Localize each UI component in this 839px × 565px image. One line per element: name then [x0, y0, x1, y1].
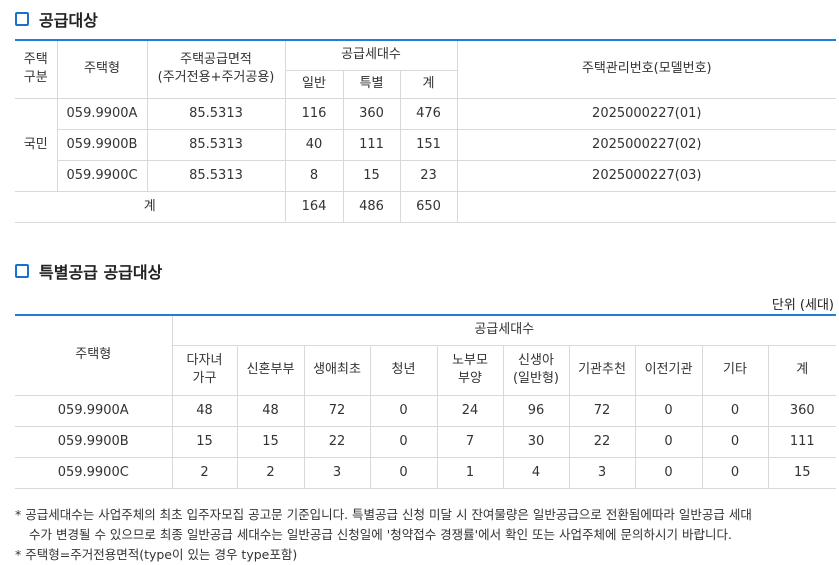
type-cell: 059.9900B [57, 128, 148, 161]
value-cell: 7 [436, 425, 504, 458]
section-title-text: 특별공급 공급대상 [39, 263, 163, 282]
value-cell: 4 [502, 456, 570, 489]
value-cell: 0 [369, 394, 438, 427]
type-cell: 059.9900A [15, 394, 173, 427]
value-cell: 3 [303, 456, 371, 489]
header-special: 특별 [343, 69, 401, 99]
total-cell: 360 [767, 394, 836, 427]
section-title-special: 특별공급 공급대상 [15, 259, 162, 283]
value-cell: 72 [303, 394, 371, 427]
sum-general: 164 [285, 190, 344, 223]
value-cell: 2 [236, 456, 305, 489]
type-cell: 059.9900C [15, 456, 173, 489]
model-cell: 2025000227(03) [457, 159, 836, 192]
sum-row: 계 164 486 650 [15, 190, 836, 223]
footnote-1: * 공급세대수는 사업주체의 최초 입주자모집 공고문 기준입니다. 특별공급 … [15, 507, 752, 522]
header-elderly-parent: 노부모 부양 [436, 344, 504, 396]
total-cell: 476 [400, 97, 458, 130]
category-cell: 국민 [15, 97, 58, 192]
sum-empty [457, 190, 836, 223]
header-total: 계 [767, 344, 836, 396]
value-cell: 24 [436, 394, 504, 427]
total-cell: 23 [400, 159, 458, 192]
value-cell: 72 [568, 394, 636, 427]
footnote-2: * 주택형=주거전용면적(type이 있는 경우 type포함) [15, 547, 298, 562]
general-cell: 40 [285, 128, 344, 161]
value-cell: 22 [303, 425, 371, 458]
value-cell: 30 [502, 425, 570, 458]
value-cell: 15 [171, 425, 238, 458]
header-newlywed: 신혼부부 [236, 344, 305, 396]
value-cell: 15 [236, 425, 305, 458]
special-supply-table: 주택형 공급세대수 다자녀 가구 신혼부부 생애최초 청년 노부모 부양 신생아… [15, 314, 836, 489]
general-cell: 8 [285, 159, 344, 192]
general-cell: 116 [285, 97, 344, 130]
header-relocated-agency: 이전기관 [634, 344, 703, 396]
footnotes: * 공급세대수는 사업주체의 최초 입주자모집 공고문 기준입니다. 특별공급 … [15, 505, 835, 565]
header-type-category: 주택 구분 [15, 39, 58, 99]
value-cell: 1 [436, 456, 504, 489]
header-youth: 청년 [369, 344, 438, 396]
model-cell: 2025000227(02) [457, 128, 836, 161]
header-other: 기타 [701, 344, 769, 396]
type-cell: 059.9900C [57, 159, 148, 192]
header-newborn: 신생아 (일반형) [502, 344, 570, 396]
sum-total: 650 [400, 190, 458, 223]
header-supply-units: 공급세대수 [285, 39, 458, 71]
special-cell: 360 [343, 97, 401, 130]
type-cell: 059.9900B [15, 425, 173, 458]
value-cell: 96 [502, 394, 570, 427]
value-cell: 0 [369, 456, 438, 489]
total-cell: 15 [767, 456, 836, 489]
square-bullet-icon [15, 264, 29, 278]
value-cell: 2 [171, 456, 238, 489]
header-house-type: 주택형 [15, 314, 173, 396]
square-bullet-icon [15, 12, 29, 26]
value-cell: 22 [568, 425, 636, 458]
area-cell: 85.5313 [147, 97, 286, 130]
supply-table: 주택 구분 주택형 주택공급면적 (주거전용+주거공용) 공급세대수 주택관리번… [15, 39, 836, 223]
header-total: 계 [400, 69, 458, 99]
special-cell: 15 [343, 159, 401, 192]
table-row: 059.9900A 48 48 72 0 24 96 72 0 0 360 [15, 394, 836, 427]
total-cell: 111 [767, 425, 836, 458]
value-cell: 0 [701, 425, 769, 458]
value-cell: 3 [568, 456, 636, 489]
model-cell: 2025000227(01) [457, 97, 836, 130]
value-cell: 0 [634, 425, 703, 458]
table-row: 059.9900C 2 2 3 0 1 4 3 0 0 15 [15, 456, 836, 489]
value-cell: 0 [701, 394, 769, 427]
footnote-1-continued: 수가 변경될 수 있으므로 최종 일반공급 세대수는 일반공급 신청일에 '청약… [29, 527, 732, 542]
table-row: 059.9900B 85.5313 40 111 151 2025000227(… [15, 128, 836, 161]
total-cell: 151 [400, 128, 458, 161]
header-house-type: 주택형 [57, 39, 148, 99]
value-cell: 0 [369, 425, 438, 458]
type-cell: 059.9900A [57, 97, 148, 130]
table-row: 059.9900C 85.5313 8 15 23 2025000227(03) [15, 159, 836, 192]
header-area: 주택공급면적 (주거전용+주거공용) [147, 39, 286, 99]
unit-label: 단위 (세대) [771, 298, 834, 313]
area-cell: 85.5313 [147, 159, 286, 192]
value-cell: 0 [634, 456, 703, 489]
sum-special: 486 [343, 190, 401, 223]
value-cell: 48 [171, 394, 238, 427]
section-title-supply: 공급대상 [15, 7, 98, 31]
header-institution: 기관추천 [568, 344, 636, 396]
header-model-no: 주택관리번호(모델번호) [457, 39, 836, 99]
header-general: 일반 [285, 69, 344, 99]
special-cell: 111 [343, 128, 401, 161]
sum-label: 계 [15, 190, 286, 223]
header-supply-units: 공급세대수 [171, 314, 836, 346]
area-cell: 85.5313 [147, 128, 286, 161]
section-title-text: 공급대상 [39, 11, 98, 30]
header-first-time: 생애최초 [303, 344, 371, 396]
header-multi-child: 다자녀 가구 [171, 344, 238, 396]
table-row: 국민 059.9900A 85.5313 116 360 476 2025000… [15, 97, 836, 192]
value-cell: 48 [236, 394, 305, 427]
table-row: 059.9900B 15 15 22 0 7 30 22 0 0 111 [15, 425, 836, 458]
value-cell: 0 [701, 456, 769, 489]
value-cell: 0 [634, 394, 703, 427]
